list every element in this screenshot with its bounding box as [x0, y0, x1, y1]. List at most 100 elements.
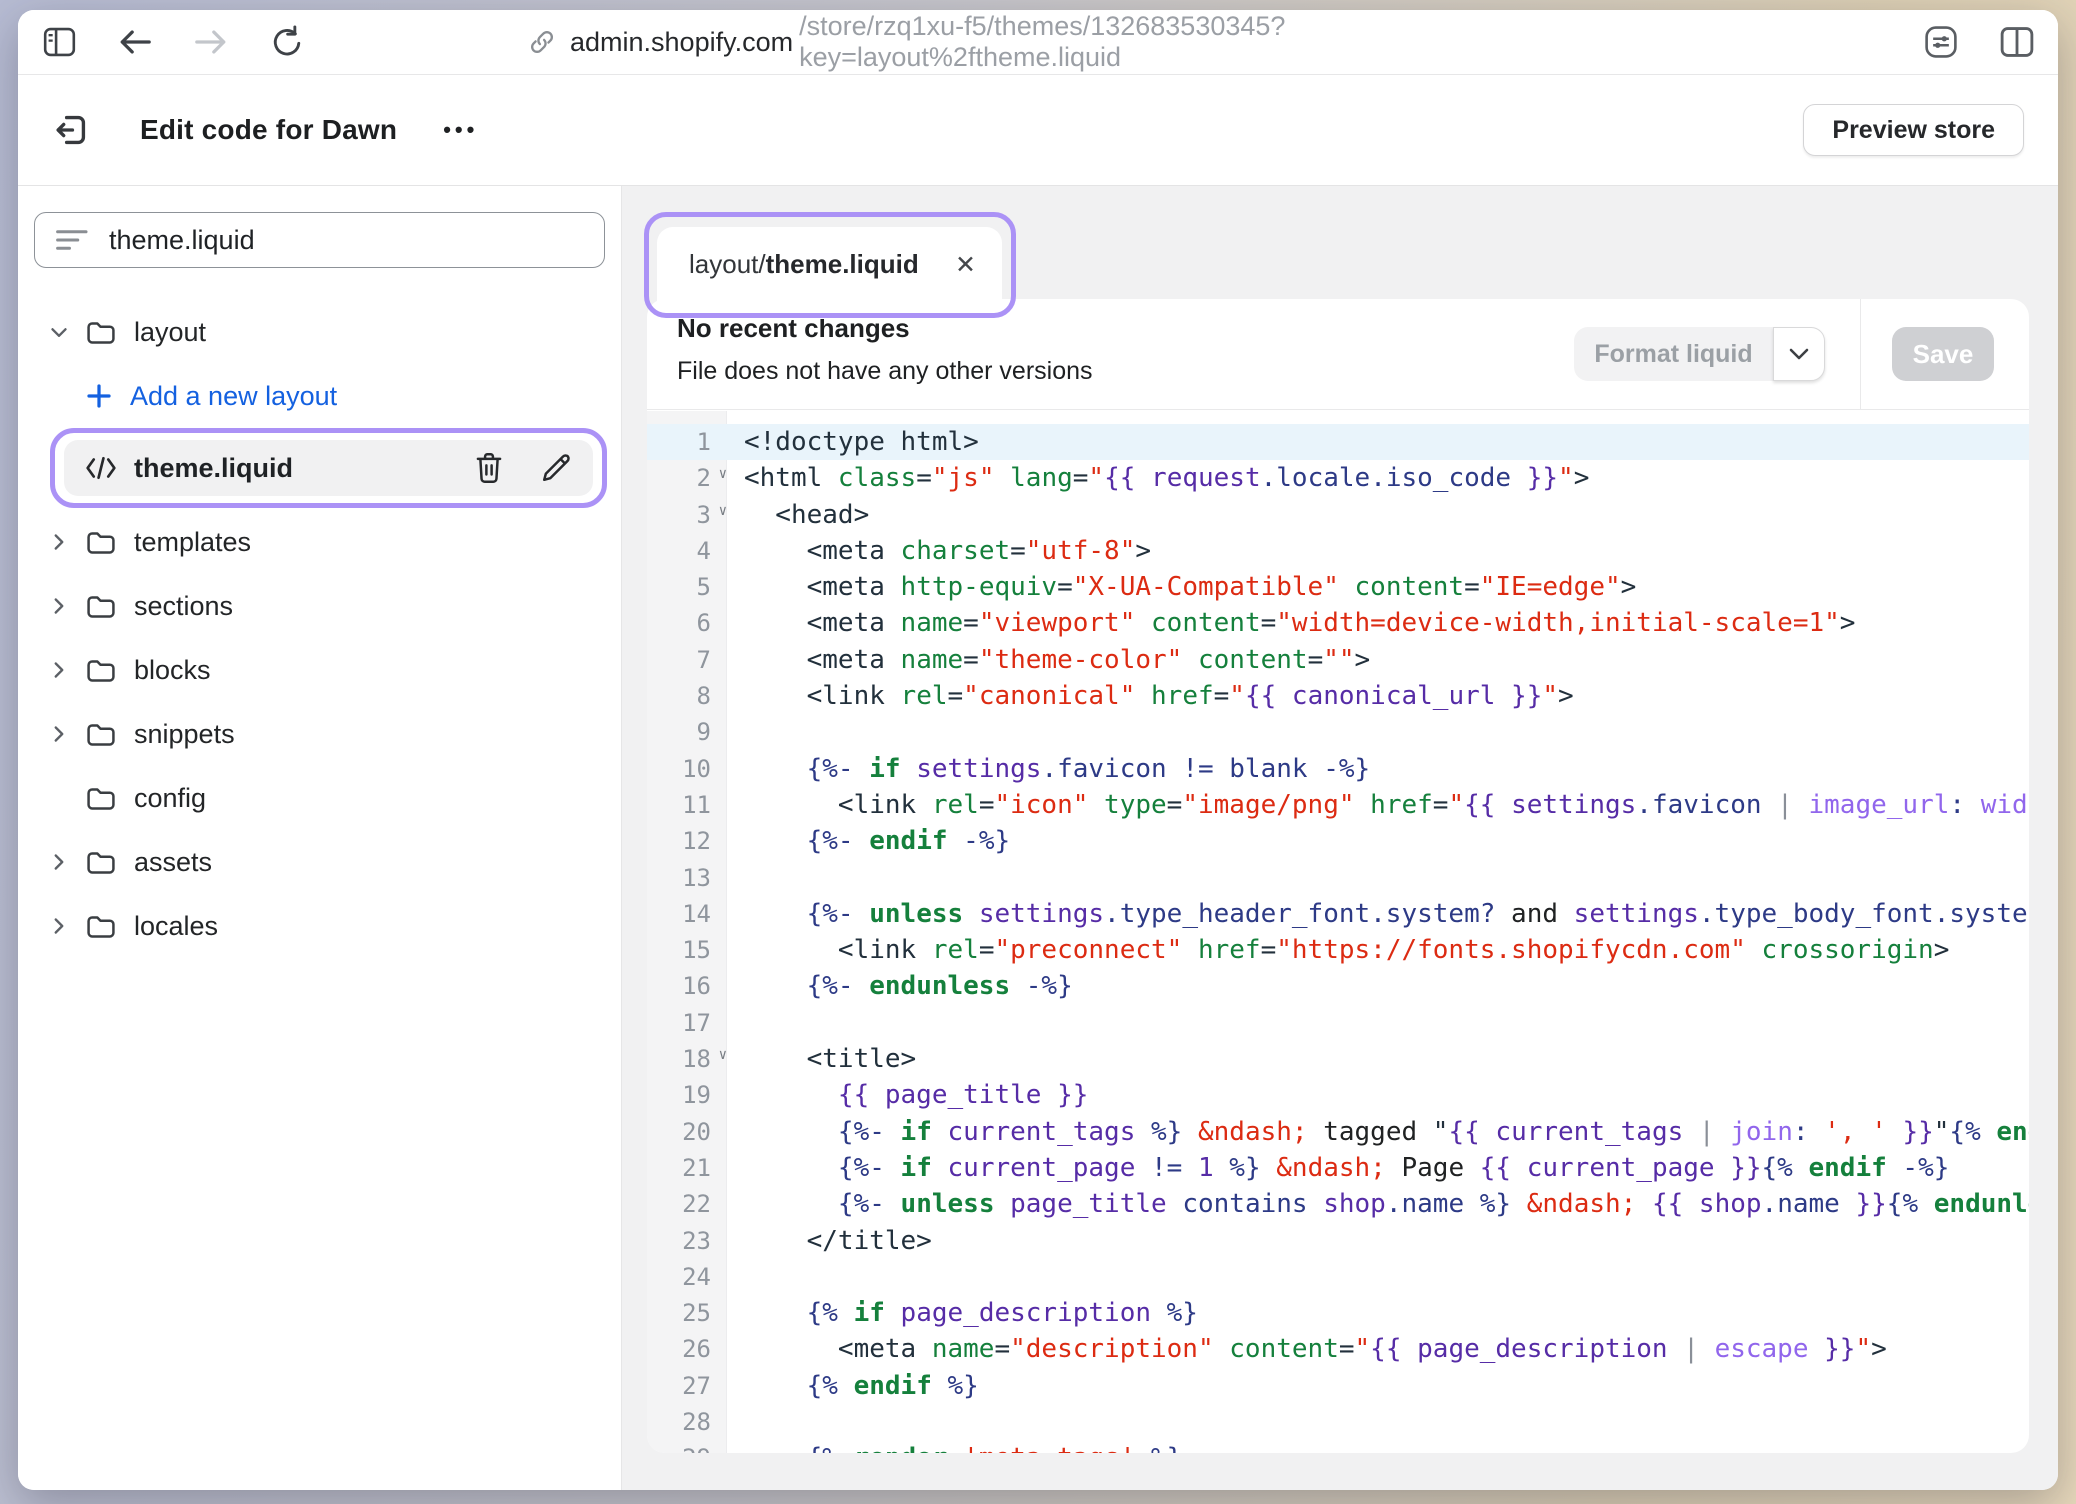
code-text[interactable]: {%- endif -%} — [727, 823, 2029, 859]
code-line-25[interactable]: 25 {% if page_description %} — [647, 1295, 2029, 1331]
line-number: 25 — [647, 1295, 727, 1331]
code-text[interactable]: {%- unless settings.type_header_font.sys… — [727, 896, 2029, 932]
exit-icon[interactable] — [52, 111, 90, 149]
code-text[interactable]: </title> — [727, 1223, 2029, 1259]
chevron-right-icon[interactable] — [46, 913, 84, 939]
code-line-28[interactable]: 28 — [647, 1404, 2029, 1440]
sidebar-item-sections[interactable]: sections — [18, 578, 621, 634]
code-text[interactable]: {% endif %} — [727, 1368, 2029, 1404]
code-line-14[interactable]: 14 {%- unless settings.type_header_font.… — [647, 896, 2029, 932]
code-text[interactable]: <title> — [727, 1041, 2029, 1077]
code-text[interactable]: {%- if current_page != 1 %} &ndash; Page… — [727, 1150, 2029, 1186]
rename-file-icon[interactable] — [539, 451, 573, 485]
code-line-9[interactable]: 9 — [647, 714, 2029, 750]
code-text[interactable]: <html class="js" lang="{{ request.locale… — [727, 460, 2029, 496]
chevron-right-icon[interactable] — [46, 721, 84, 747]
code-line-1[interactable]: 1<!doctype html> — [647, 424, 2029, 460]
chevron-right-icon[interactable] — [46, 593, 84, 619]
code-text[interactable]: <head> — [727, 497, 2029, 533]
code-text[interactable]: <meta name="theme-color" content=""> — [727, 642, 2029, 678]
code-text[interactable]: <!doctype html> — [727, 424, 2029, 460]
code-text[interactable]: {%- if current_tags %} &ndash; tagged "{… — [727, 1114, 2029, 1150]
code-line-13[interactable]: 13 — [647, 860, 2029, 896]
code-line-6[interactable]: 6 <meta name="viewport" content="width=d… — [647, 605, 2029, 641]
code-line-26[interactable]: 26 <meta name="description" content="{{ … — [647, 1331, 2029, 1367]
code-text[interactable]: {{ page_title }} — [727, 1077, 2029, 1113]
format-liquid-button[interactable]: Format liquid — [1574, 327, 1773, 381]
code-text[interactable] — [727, 1404, 2029, 1440]
code-editor[interactable]: 1<!doctype html>2∨<html class="js" lang=… — [647, 411, 2029, 1453]
chevron-right-icon[interactable] — [46, 529, 84, 555]
code-text[interactable] — [727, 1259, 2029, 1295]
code-line-15[interactable]: 15 <link rel="preconnect" href="https://… — [647, 932, 2029, 968]
code-line-10[interactable]: 10 {%- if settings.favicon != blank -%} — [647, 751, 2029, 787]
chevron-down-icon[interactable] — [46, 319, 84, 345]
sidebar-item-locales[interactable]: locales — [18, 898, 621, 954]
page-settings-icon[interactable] — [1924, 25, 1958, 59]
code-line-3[interactable]: 3∨ <head> — [647, 497, 2029, 533]
code-line-2[interactable]: 2∨<html class="js" lang="{{ request.loca… — [647, 460, 2029, 496]
code-line-22[interactable]: 22 {%- unless page_title contains shop.n… — [647, 1186, 2029, 1222]
delete-file-icon[interactable] — [473, 451, 505, 485]
sidebar-item-config[interactable]: config — [18, 770, 621, 826]
more-actions-button[interactable]: ••• — [443, 117, 478, 143]
code-text[interactable]: <meta name="viewport" content="width=dev… — [727, 605, 2029, 641]
close-tab-icon[interactable]: ✕ — [955, 249, 976, 280]
forward-icon[interactable] — [194, 25, 228, 59]
sidebar-toggle-icon[interactable] — [42, 25, 76, 59]
code-text[interactable]: <meta name="description" content="{{ pag… — [727, 1331, 2029, 1367]
code-text[interactable]: <link rel="canonical" href="{{ canonical… — [727, 678, 2029, 714]
code-text[interactable]: {%- unless page_title contains shop.name… — [727, 1186, 2029, 1222]
add-new-layout-link[interactable]: Add a new layout — [18, 368, 621, 424]
code-line-5[interactable]: 5 <meta http-equiv="X-UA-Compatible" con… — [647, 569, 2029, 605]
code-line-27[interactable]: 27 {% endif %} — [647, 1368, 2029, 1404]
code-text[interactable]: {%- endunless -%} — [727, 968, 2029, 1004]
chevron-right-icon[interactable] — [46, 657, 84, 683]
code-line-12[interactable]: 12 {%- endif -%} — [647, 823, 2029, 859]
reload-icon[interactable] — [270, 25, 304, 59]
chevron-right-icon[interactable] — [46, 849, 84, 875]
code-line-21[interactable]: 21 {%- if current_page != 1 %} &ndash; P… — [647, 1150, 2029, 1186]
code-line-19[interactable]: 19 {{ page_title }} — [647, 1077, 2029, 1113]
fold-toggle-icon[interactable]: ∨ — [719, 467, 727, 481]
code-text[interactable]: <link rel="icon" type="image/png" href="… — [727, 787, 2029, 823]
sidebar-item-snippets[interactable]: snippets — [18, 706, 621, 762]
code-text[interactable]: {% if page_description %} — [727, 1295, 2029, 1331]
sidebar-item-templates[interactable]: templates — [18, 514, 621, 570]
preview-store-button[interactable]: Preview store — [1803, 104, 2024, 156]
code-text[interactable] — [727, 860, 2029, 896]
sidebar-item-assets[interactable]: assets — [18, 834, 621, 890]
format-dropdown-button[interactable] — [1773, 327, 1825, 381]
sidebar-item-blocks[interactable]: blocks — [18, 642, 621, 698]
code-line-29[interactable]: 29 {% render 'meta-tags' %} — [647, 1440, 2029, 1453]
code-text[interactable]: <meta charset="utf-8"> — [727, 533, 2029, 569]
code-text[interactable]: {%- if settings.favicon != blank -%} — [727, 751, 2029, 787]
code-line-17[interactable]: 17 — [647, 1005, 2029, 1041]
code-line-8[interactable]: 8 <link rel="canonical" href="{{ canonic… — [647, 678, 2029, 714]
address-bar[interactable]: admin.shopify.com/store/rzq1xu-f5/themes… — [528, 10, 1548, 74]
code-line-18[interactable]: 18∨ <title> — [647, 1041, 2029, 1077]
back-icon[interactable] — [118, 25, 152, 59]
code-text[interactable] — [727, 714, 2029, 750]
code-line-16[interactable]: 16 {%- endunless -%} — [647, 968, 2029, 1004]
code-text[interactable]: <meta http-equiv="X-UA-Compatible" conte… — [727, 569, 2029, 605]
fold-toggle-icon[interactable]: ∨ — [719, 1048, 727, 1062]
code-line-20[interactable]: 20 {%- if current_tags %} &ndash; tagged… — [647, 1114, 2029, 1150]
code-text[interactable]: <link rel="preconnect" href="https://fon… — [727, 932, 2029, 968]
split-view-icon[interactable] — [2000, 25, 2034, 59]
code-line-4[interactable]: 4 <meta charset="utf-8"> — [647, 533, 2029, 569]
sidebar-file-theme.liquid[interactable]: theme.liquid — [64, 440, 593, 496]
file-search-input[interactable]: theme.liquid — [34, 212, 605, 268]
code-text[interactable] — [727, 1005, 2029, 1041]
code-line-24[interactable]: 24 — [647, 1259, 2029, 1295]
code-line-11[interactable]: 11 <link rel="icon" type="image/png" hre… — [647, 787, 2029, 823]
code-line-7[interactable]: 7 <meta name="theme-color" content=""> — [647, 642, 2029, 678]
line-number: 27 — [647, 1368, 727, 1404]
sidebar-item-layout[interactable]: layout — [18, 304, 621, 360]
plus-icon — [84, 381, 114, 411]
open-file-tab[interactable]: layout/theme.liquid ✕ — [657, 227, 1002, 319]
line-number: 28 — [647, 1404, 727, 1440]
code-text[interactable]: {% render 'meta-tags' %} — [727, 1440, 2029, 1453]
fold-toggle-icon[interactable]: ∨ — [719, 504, 727, 518]
code-line-23[interactable]: 23 </title> — [647, 1223, 2029, 1259]
